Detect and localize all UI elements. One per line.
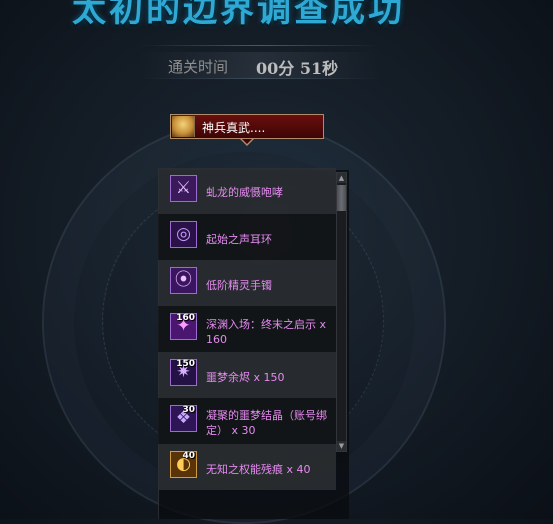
reward-item-name: 虬龙的威慑咆哮 bbox=[206, 186, 283, 199]
scroll-thumb[interactable] bbox=[337, 185, 346, 211]
reward-item[interactable]: ✷ 150 噩梦余烬 x 150 bbox=[158, 352, 336, 398]
reward-item[interactable]: ◐ 40 无知之权能残痕 x 40 bbox=[158, 444, 336, 490]
scroll-up-arrow-icon[interactable]: ▲ bbox=[337, 173, 346, 183]
scroll-down-arrow-icon[interactable]: ▼ bbox=[337, 441, 346, 451]
character-name: 神兵真武.... bbox=[202, 121, 266, 135]
badge-pointer-fill bbox=[242, 139, 252, 144]
reward-item-name: 起始之声耳环 bbox=[206, 233, 272, 246]
item-stack-count: 30 bbox=[182, 405, 195, 415]
reward-item-name: 凝聚的噩梦结晶（账号绑定） x 30 bbox=[206, 409, 327, 437]
bracelet-icon: ⦿ bbox=[170, 267, 197, 294]
reward-item[interactable]: ◎ 起始之声耳环 bbox=[158, 214, 336, 260]
reward-item[interactable]: ❖ 30 凝聚的噩梦结晶（账号绑定） x 30 bbox=[158, 398, 336, 444]
character-badge[interactable]: 神兵真武.... bbox=[170, 114, 324, 139]
power-remnant-icon: ◐ 40 bbox=[170, 451, 197, 478]
title-divider bbox=[140, 45, 380, 46]
reward-item-name: 噩梦余烬 x 150 bbox=[206, 371, 285, 384]
time-divider bbox=[140, 78, 380, 79]
nightmare-ember-icon: ✷ 150 bbox=[170, 359, 197, 386]
dragon-horn-icon: ⚔ bbox=[170, 175, 197, 202]
reward-item-name: 低阶精灵手镯 bbox=[206, 279, 272, 292]
reward-item[interactable]: ✦ 160 深渊入场：终末之启示 x 160 bbox=[158, 306, 336, 352]
item-stack-count: 150 bbox=[176, 359, 195, 369]
earring-icon: ◎ bbox=[170, 221, 197, 248]
reward-item[interactable]: ⚔ 虬龙的威慑咆哮 bbox=[158, 168, 336, 214]
abyss-ticket-icon: ✦ 160 bbox=[170, 313, 197, 340]
clear-time-value: 00分 51秒 bbox=[256, 59, 339, 78]
clear-time-row: 通关时间 00分 51秒 bbox=[140, 52, 380, 78]
reward-item-name: 无知之权能残痕 x 40 bbox=[206, 463, 311, 476]
dungeon-result-title: 太初的边界调查成功 bbox=[72, 0, 405, 30]
nightmare-crystal-icon: ❖ 30 bbox=[170, 405, 197, 432]
item-stack-count: 40 bbox=[182, 451, 195, 461]
reward-item-name: 深渊入场：终末之启示 x 160 bbox=[206, 318, 327, 346]
character-portrait-icon bbox=[172, 116, 195, 137]
item-stack-count: 160 bbox=[176, 313, 195, 323]
reward-list-scrollbar[interactable]: ▲ ▼ bbox=[336, 172, 347, 452]
clear-time-label: 通关时间 bbox=[168, 58, 229, 76]
reward-item[interactable]: ⦿ 低阶精灵手镯 bbox=[158, 260, 336, 306]
